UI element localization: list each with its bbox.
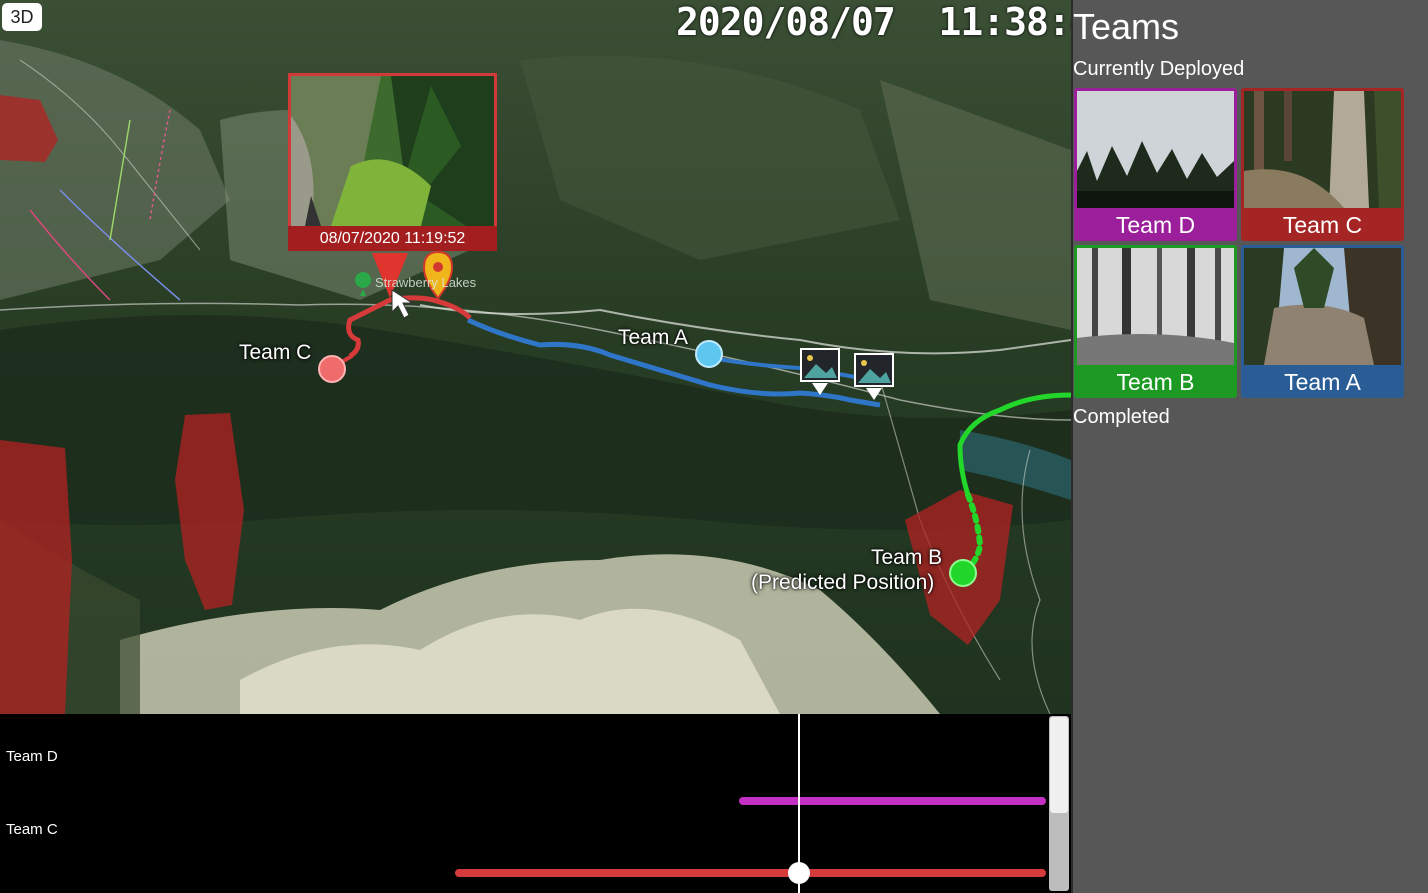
popup-photo (288, 73, 497, 229)
panel-title: Teams (1073, 6, 1180, 47)
popup-timestamp: 08/07/2020 11:19:52 (288, 226, 497, 251)
team-photo (1077, 91, 1234, 208)
team-c-timeline-bar[interactable] (455, 869, 1046, 877)
completed-heading: Completed (1073, 406, 1170, 428)
map-view[interactable]: Strawberry Lakes 3D 2020/08/07 11:38:49 … (0, 0, 1071, 714)
teams-panel: Teams Currently Deployed Team D Team C T… (1071, 0, 1428, 893)
team-b-position[interactable] (949, 559, 977, 587)
team-card-a[interactable]: Team A (1241, 245, 1404, 398)
photo-popup[interactable]: 08/07/2020 11:19:52 (288, 73, 497, 251)
team-card-name: Team D (1115, 212, 1196, 238)
team-card-b[interactable]: Team B (1074, 245, 1237, 398)
team-c-position[interactable] (318, 355, 346, 383)
team-b-label: Team B (871, 546, 943, 569)
time-scrubber-handle[interactable] (788, 862, 810, 884)
team-b-note: (Predicted Position) (751, 571, 935, 594)
trailhead-label: Strawberry Lakes (375, 275, 477, 290)
team-card-name: Team C (1282, 212, 1363, 238)
timeline-row-label: Team D (6, 748, 58, 765)
team-a-label: Team A (618, 326, 689, 349)
team-photo (1244, 91, 1401, 208)
team-card-name: Team B (1116, 369, 1195, 395)
team-photo (1077, 248, 1234, 365)
team-card-d[interactable]: Team D (1074, 88, 1237, 241)
team-photo (1244, 248, 1401, 365)
timeline-row-label: Team C (6, 821, 58, 838)
deployed-heading: Currently Deployed (1073, 58, 1245, 80)
timeline-panel[interactable]: Team D Team C (0, 714, 1071, 893)
team-a-position[interactable] (695, 340, 723, 368)
team-card-name: Team A (1284, 369, 1361, 395)
current-time: 2020/08/07 11:38:49 (676, 0, 1071, 44)
team-c-label: Team C (239, 341, 312, 364)
3d-toggle-button[interactable]: 3D (2, 3, 42, 31)
timeline-scrollbar[interactable] (1049, 716, 1069, 891)
team-d-timeline-bar[interactable] (739, 797, 1046, 805)
team-card-c[interactable]: Team C (1241, 88, 1404, 241)
terrain-imagery: Strawberry Lakes (0, 0, 1071, 714)
scrollbar-thumb[interactable] (1050, 717, 1068, 813)
